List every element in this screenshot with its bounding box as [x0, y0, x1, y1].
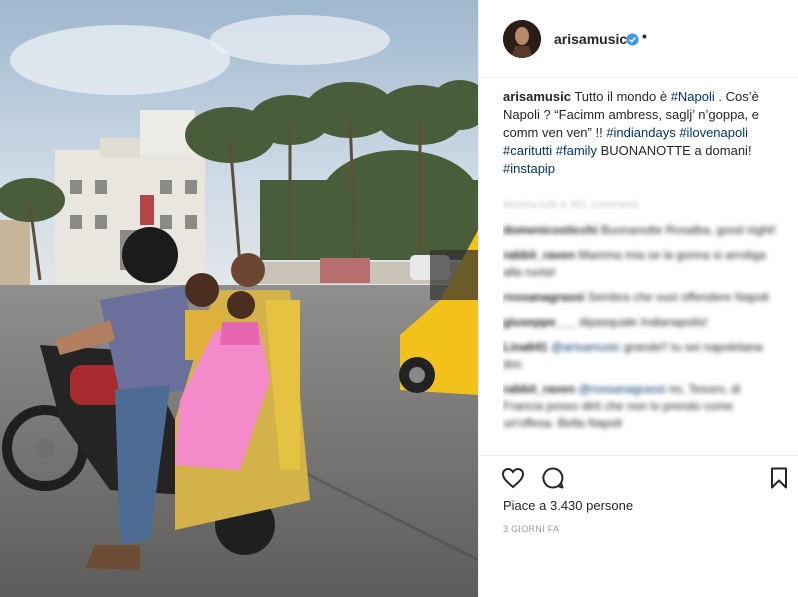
comment-text: dipasquale Indianapolis! [579, 315, 708, 329]
comment-item: Lina641 @arisamusic grande!! tu sei napo… [503, 339, 783, 373]
comment-bubble-icon[interactable] [541, 466, 565, 490]
hashtag-link[interactable]: #caritutti [503, 143, 552, 158]
header-separator: • [642, 28, 647, 44]
comment-item: rabbit_raven @rossanagrassi no, Tesoro, … [503, 381, 783, 432]
verified-badge-icon [626, 33, 639, 46]
comment-username[interactable]: Lina641 [503, 340, 548, 354]
divider [479, 455, 798, 456]
caption-fragment: Tutto il mondo è [574, 89, 671, 104]
comment-item: giuseppe___ dipasquale Indianapolis! [503, 314, 783, 331]
hashtag-link[interactable]: #Napoli [671, 89, 715, 104]
view-all-comments-link[interactable]: Mostra tutti e 391 commenti [503, 196, 783, 214]
comment-mention[interactable]: @rossanagrassi [578, 382, 668, 396]
comment-mention[interactable]: @arisamusic [551, 340, 624, 354]
post-photo[interactable] [0, 0, 478, 597]
comment-item: rabbit_raven Mamma mia se la gonna si ar… [503, 247, 783, 281]
comment-text: Buonanotte Rosalba, good night! [601, 223, 776, 237]
caption: arisamusic Tutto il mondo è #Napoli . Co… [503, 88, 783, 178]
hashtag-link[interactable]: #instapip [503, 161, 555, 176]
comment-username[interactable]: rabbit_raven [503, 382, 575, 396]
header-username[interactable]: arisamusic [554, 31, 627, 47]
comment-items: domenicosticchi Buonanotte Rosalba, good… [503, 222, 783, 432]
heart-icon[interactable] [501, 466, 525, 490]
hashtag-link[interactable]: #family [556, 143, 597, 158]
photo-image [0, 0, 478, 597]
comment-username[interactable]: rossanagrassi [503, 290, 584, 304]
post-side-panel: arisamusic • arisamusic Tutto il mondo è… [478, 0, 798, 597]
likes-count[interactable]: Piace a 3.430 persone [503, 498, 633, 513]
comment-username[interactable]: giuseppe___ [503, 315, 576, 329]
avatar[interactable] [503, 20, 541, 58]
comment-item: domenicosticchi Buonanotte Rosalba, good… [503, 222, 783, 239]
post-date[interactable]: 3 GIORNI FA [503, 524, 559, 534]
comment-text: Sembra che vuoi offendere Napoli [587, 290, 769, 304]
comment-item: rossanagrassi Sembra che vuoi offendere … [503, 289, 783, 306]
post-header: arisamusic • [479, 0, 798, 78]
comment-username[interactable]: domenicosticchi [503, 223, 598, 237]
hashtag-link[interactable]: #indiandays [606, 125, 675, 140]
caption-username[interactable]: arisamusic [503, 89, 571, 104]
bookmark-icon[interactable] [767, 466, 791, 490]
caption-fragment: BUONANOTTE a domani! [596, 143, 752, 158]
comment-username[interactable]: rabbit_raven [503, 248, 575, 262]
hashtag-link[interactable]: #ilovenapoli [679, 125, 748, 140]
comments-list: arisamusic Tutto il mondo è #Napoli . Co… [503, 88, 783, 453]
